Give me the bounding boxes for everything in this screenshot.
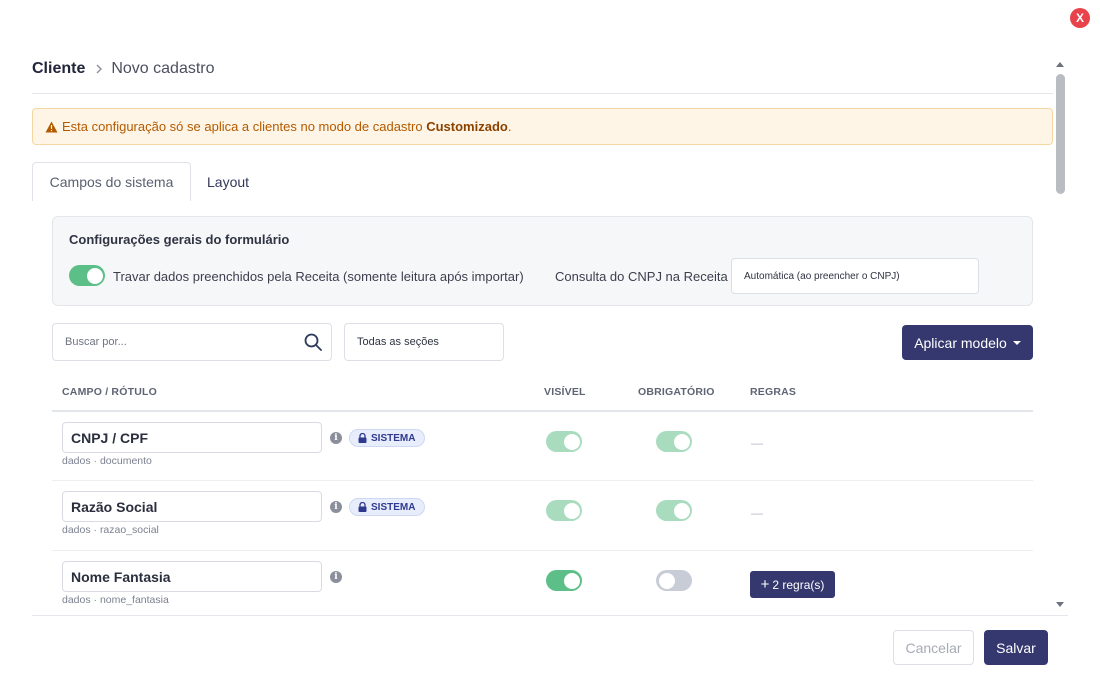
- lock-data-toggle[interactable]: [69, 265, 105, 286]
- search-icon[interactable]: [304, 333, 322, 356]
- toggle-knob: [673, 502, 690, 519]
- visible-toggle[interactable]: [546, 431, 582, 452]
- table-header-divider: [52, 410, 1033, 412]
- required-toggle[interactable]: [656, 570, 692, 591]
- apply-model-label: Aplicar modelo: [914, 334, 1007, 351]
- column-header-required: OBRIGATÓRIO: [638, 386, 715, 398]
- footer-divider: [32, 615, 1068, 616]
- toggle-knob: [673, 433, 690, 450]
- column-header-rules: REGRAS: [750, 386, 797, 398]
- column-header-visible: VISÍVEL: [544, 386, 586, 398]
- column-header-field: CAMPO / RÓTULO: [62, 386, 157, 398]
- apply-model-button[interactable]: Aplicar modelo: [902, 325, 1033, 360]
- breadcrumb: Cliente Novo cadastro: [32, 58, 215, 80]
- breadcrumb-current: Novo cadastro: [111, 60, 215, 77]
- warning-alert: Esta configuração só se aplica a cliente…: [32, 108, 1053, 145]
- cancel-button[interactable]: Cancelar: [893, 630, 974, 665]
- system-badge: SISTEMA: [349, 429, 425, 447]
- warning-icon: [45, 121, 58, 132]
- search-input[interactable]: [53, 324, 293, 360]
- visible-toggle[interactable]: [546, 500, 582, 521]
- form-general-settings: Configurações gerais do formulário Trava…: [52, 216, 1033, 306]
- add-rules-button[interactable]: + 2 regra(s): [750, 571, 835, 598]
- field-label-input[interactable]: Razão Social: [62, 491, 322, 522]
- warning-text: Esta configuração só se aplica a cliente…: [62, 119, 427, 134]
- field-key: dados · razao_social: [62, 524, 159, 536]
- close-modal-button[interactable]: X: [1070, 8, 1090, 28]
- row-divider: [52, 550, 1033, 551]
- toggle-knob: [563, 433, 580, 450]
- field-label-input[interactable]: CNPJ / CPF: [62, 422, 322, 453]
- field-label-input[interactable]: Nome Fantasia: [62, 561, 322, 592]
- caret-down-icon: [1012, 340, 1021, 345]
- plus-icon: +: [760, 576, 770, 593]
- lock-icon: [358, 502, 367, 512]
- visible-toggle[interactable]: [546, 570, 582, 591]
- tabs: Campos do sistema Layout: [32, 162, 249, 201]
- required-toggle[interactable]: [656, 500, 692, 521]
- breadcrumb-root[interactable]: Cliente: [32, 60, 85, 78]
- chevron-right-icon: [95, 63, 103, 75]
- scroll-up-icon[interactable]: [1056, 62, 1064, 67]
- rules-count-label: 2 regra(s): [772, 577, 825, 592]
- cnpj-lookup-label: Consulta do CNPJ na Receita: [555, 269, 728, 284]
- required-toggle[interactable]: [656, 431, 692, 452]
- rules-empty: —: [751, 506, 763, 520]
- tab-layout[interactable]: Layout: [191, 162, 249, 201]
- toggle-knob: [658, 572, 675, 589]
- lock-icon: [358, 433, 367, 443]
- warning-end: .: [507, 119, 512, 134]
- system-badge: SISTEMA: [349, 498, 425, 516]
- tab-system-fields[interactable]: Campos do sistema: [32, 162, 191, 201]
- scrollbar-thumb[interactable]: [1056, 74, 1065, 194]
- settings-title: Configurações gerais do formulário: [69, 232, 290, 247]
- field-key: dados · nome_fantasia: [62, 594, 169, 606]
- badge-label: SISTEMA: [371, 501, 416, 513]
- lock-data-label: Travar dados preenchidos pela Receita (s…: [113, 269, 524, 284]
- info-icon[interactable]: i: [330, 571, 342, 583]
- info-icon[interactable]: i: [330, 501, 342, 513]
- info-icon[interactable]: i: [330, 432, 342, 444]
- toggle-knob: [86, 267, 103, 284]
- toggle-knob: [563, 502, 580, 519]
- header-divider: [32, 93, 1053, 94]
- toggle-knob: [563, 572, 580, 589]
- field-key: dados · documento: [62, 455, 152, 467]
- rules-empty: —: [751, 436, 763, 450]
- cnpj-lookup-select[interactable]: Automática (ao preencher o CNPJ): [731, 258, 979, 294]
- row-divider: [52, 480, 1033, 481]
- save-button[interactable]: Salvar: [984, 630, 1048, 665]
- warning-mode: Customizado: [426, 119, 508, 134]
- section-filter-select[interactable]: Todas as seções: [344, 323, 504, 361]
- scroll-down-icon[interactable]: [1056, 602, 1064, 607]
- search-field: [52, 323, 332, 361]
- badge-label: SISTEMA: [371, 432, 416, 444]
